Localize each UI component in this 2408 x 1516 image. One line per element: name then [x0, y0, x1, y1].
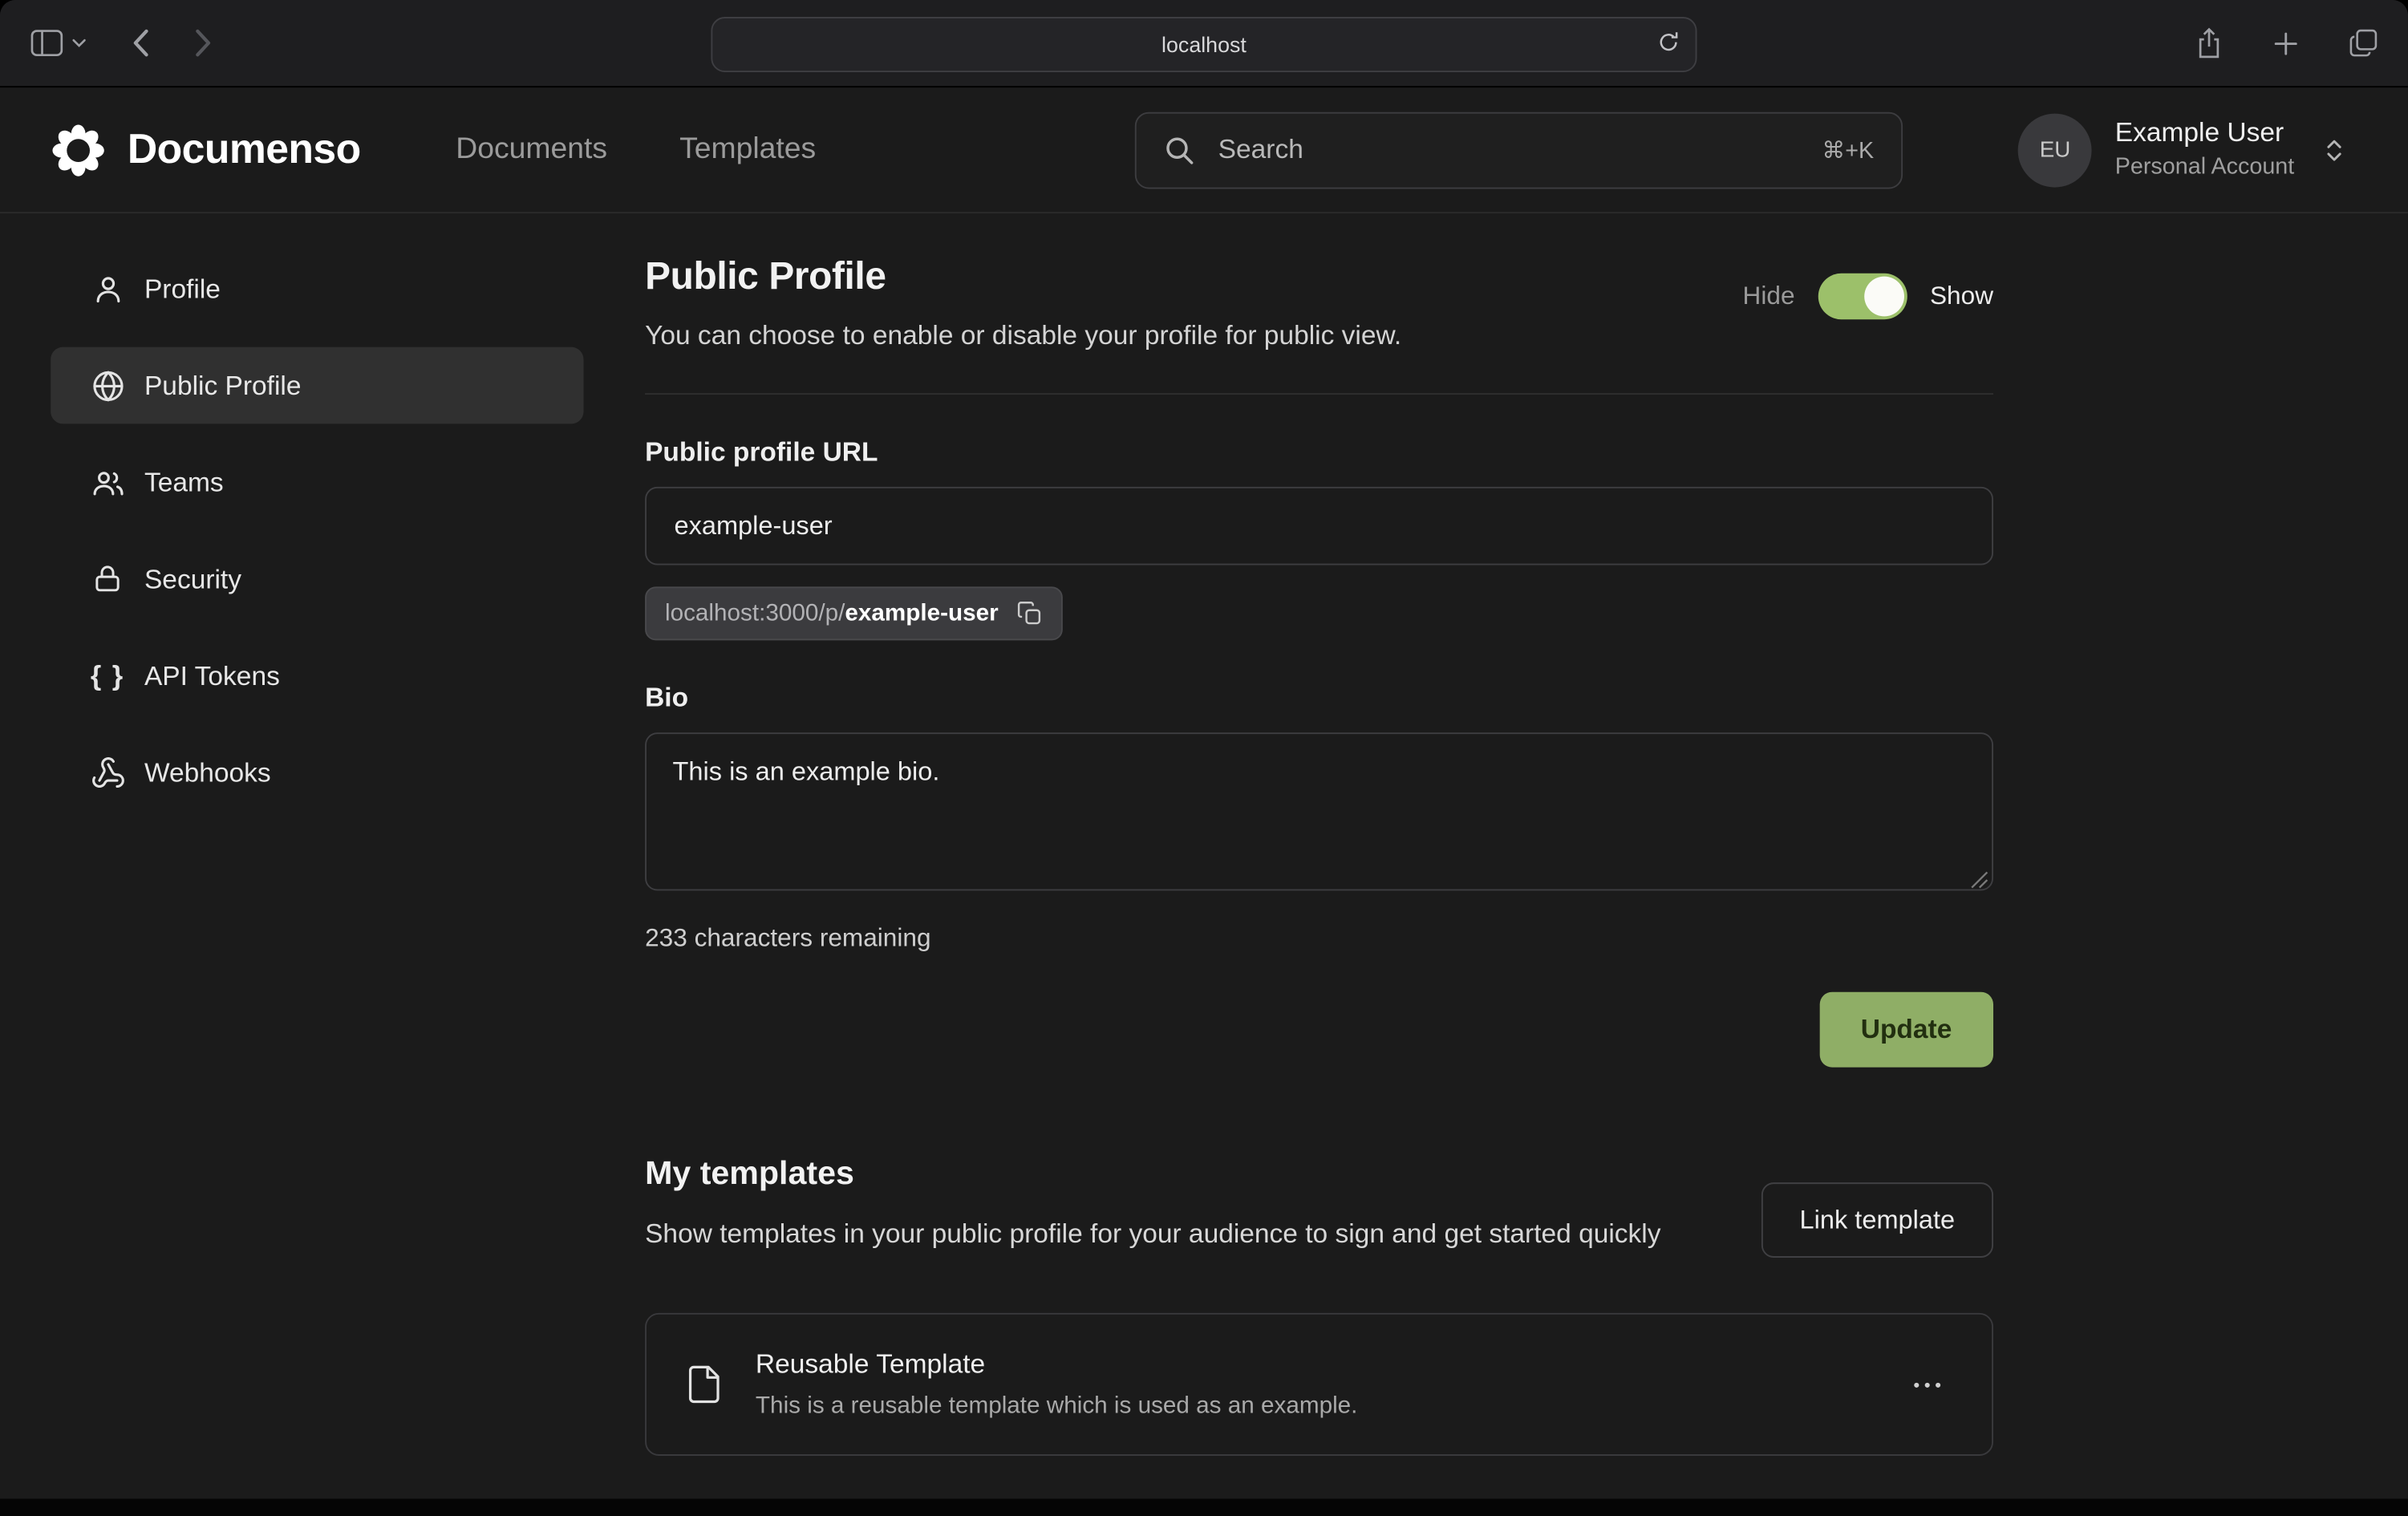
sidebar-item-teams[interactable]: Teams [51, 444, 583, 521]
browser-back-button[interactable] [126, 23, 155, 63]
app-header: Documenso Documents Templates ⌘+K EU Exa… [0, 87, 2408, 213]
sidebar-item-label: Webhooks [144, 756, 271, 788]
hide-label: Hide [1743, 282, 1795, 310]
resize-grip-icon[interactable] [1970, 871, 1988, 890]
template-description: This is a reusable template which is use… [756, 1391, 1358, 1422]
brand[interactable]: Documenso [51, 122, 360, 177]
top-nav: Documents Templates [456, 132, 816, 168]
public-profile-settings: Public Profile You can choose to enable … [584, 213, 2408, 1498]
account-names: Example User Personal Account [2115, 117, 2295, 183]
link-prefix: localhost:3000/p/ [665, 600, 845, 627]
toggle-knob [1864, 277, 1904, 317]
sidebar-item-label: API Tokens [144, 659, 280, 691]
sidebar-item-public-profile[interactable]: Public Profile [51, 347, 583, 424]
browser-toolbar: localhost [0, 0, 2408, 87]
browser-address-bar[interactable]: localhost [711, 17, 1697, 72]
sidebar-item-profile[interactable]: Profile [51, 250, 583, 327]
divider [645, 393, 1993, 395]
settings-sidebar: Profile Public Profile Teams Security [0, 213, 584, 1498]
tab-overview-button[interactable] [2344, 23, 2384, 63]
profile-url-input[interactable] [645, 487, 1993, 565]
sidebar-item-label: Profile [144, 273, 221, 305]
reload-icon [1657, 30, 1680, 54]
link-template-button[interactable]: Link template [1761, 1182, 1993, 1258]
template-card: Reusable Template This is a reusable tem… [645, 1313, 1993, 1456]
search-bar[interactable]: ⌘+K [1135, 111, 1903, 188]
nav-templates[interactable]: Templates [679, 132, 816, 168]
file-icon [683, 1360, 725, 1408]
share-icon [2196, 27, 2223, 59]
my-templates-title: My templates [645, 1155, 1660, 1194]
update-button[interactable]: Update [1819, 992, 1993, 1068]
nav-documents[interactable]: Documents [456, 132, 607, 168]
tab-overview-icon [2349, 29, 2377, 56]
sidebar-item-label: Teams [144, 466, 224, 498]
sidebar-panel-icon [30, 29, 63, 56]
bio-label: Bio [645, 682, 1993, 714]
url-text: localhost [1161, 32, 1247, 57]
browser-forward-button[interactable] [189, 23, 217, 63]
chevrons-up-down-icon [2321, 136, 2348, 163]
copy-link-button[interactable] [1014, 598, 1046, 630]
template-name: Reusable Template [756, 1347, 1358, 1382]
search-input[interactable] [1215, 132, 1822, 168]
sidebar-item-api-tokens[interactable]: { } API Tokens [51, 638, 583, 715]
brand-name: Documenso [128, 126, 361, 173]
my-templates-description: Show templates in your public profile fo… [645, 1213, 1660, 1255]
account-menu[interactable]: EU Example User Personal Account [2018, 113, 2348, 187]
public-profile-link-chip[interactable]: localhost:3000/p/example-user [645, 586, 1063, 640]
reload-button[interactable] [1651, 25, 1686, 60]
account-type: Personal Account [2115, 154, 2295, 183]
back-icon [132, 29, 149, 56]
new-tab-icon [2274, 31, 2297, 55]
user-icon [89, 271, 126, 306]
characters-remaining: 233 characters remaining [645, 925, 1993, 954]
search-shortcut: ⌘+K [1822, 136, 1875, 163]
new-tab-button[interactable] [2268, 26, 2304, 61]
documenso-logo-icon [51, 122, 106, 177]
window-bottom-edge [0, 1499, 2408, 1516]
sidebar-item-webhooks[interactable]: Webhooks [51, 734, 583, 811]
sidebar-item-label: Public Profile [144, 369, 302, 401]
browser-sidebar-button[interactable] [25, 23, 92, 63]
bio-textarea[interactable]: This is an example bio. [645, 732, 1993, 890]
account-name: Example User [2115, 117, 2295, 151]
copy-icon [1017, 601, 1044, 627]
avatar: EU [2018, 113, 2092, 187]
ellipsis-icon [1909, 1366, 1946, 1403]
search-icon [1165, 135, 1195, 165]
page-subtitle: You can choose to enable or disable your… [645, 319, 1401, 351]
show-label: Show [1930, 282, 1993, 310]
globe-icon [89, 368, 126, 403]
app-body: Profile Public Profile Teams Security [0, 213, 2408, 1498]
share-button[interactable] [2190, 21, 2228, 66]
chevron-down-icon [72, 39, 86, 47]
braces-icon: { } [89, 659, 126, 691]
lock-icon [89, 562, 126, 596]
profile-url-label: Public profile URL [645, 436, 1993, 468]
browser-window: localhost [0, 0, 2408, 1516]
users-icon [89, 464, 126, 500]
sidebar-item-security[interactable]: Security [51, 541, 583, 618]
page-title: Public Profile [645, 255, 1401, 300]
webhook-icon [89, 755, 126, 790]
template-menu-button[interactable] [1899, 1356, 1955, 1412]
browser-nav-controls [0, 23, 218, 63]
forward-icon [195, 29, 212, 56]
browser-action-controls [2190, 0, 2383, 86]
profile-visibility-toggle[interactable] [1818, 274, 1907, 319]
link-slug: example-user [845, 600, 998, 627]
sidebar-item-label: Security [144, 563, 241, 595]
visibility-control: Hide Show [1743, 274, 1993, 319]
